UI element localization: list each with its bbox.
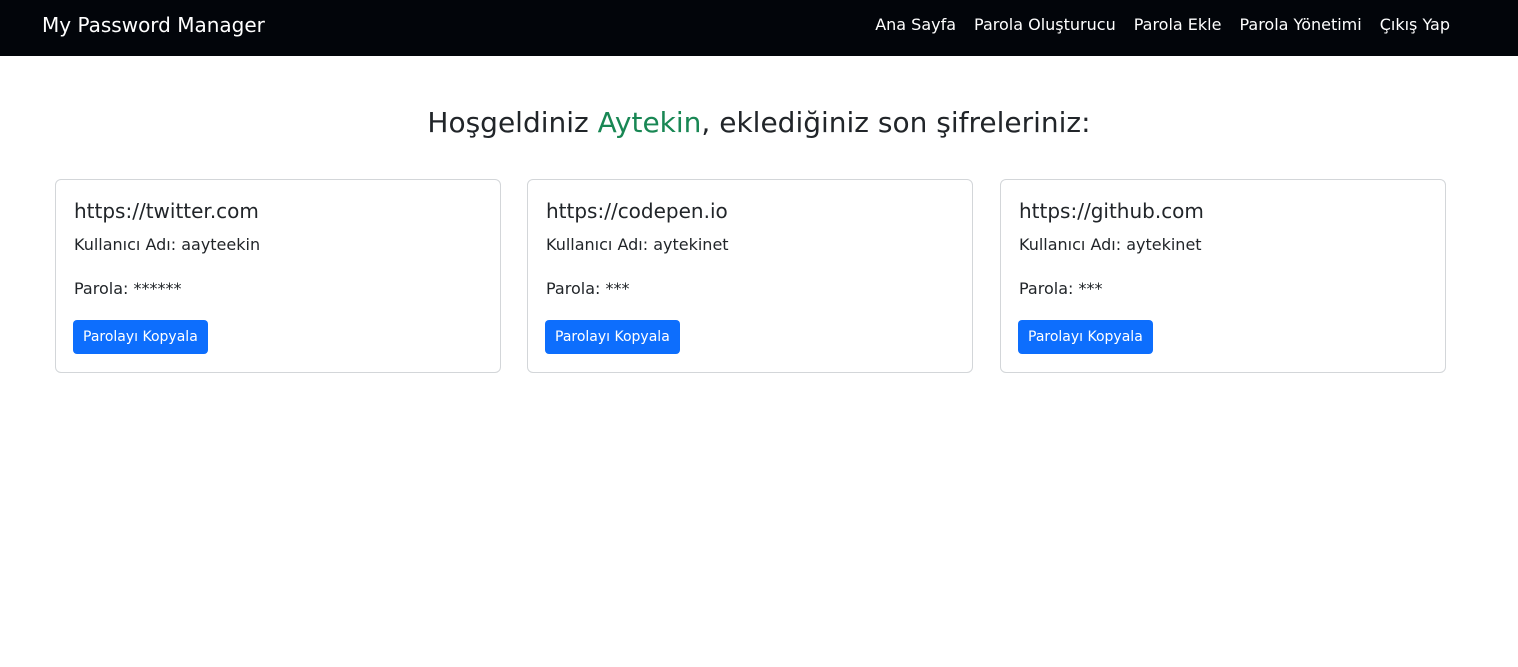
brand-link[interactable]: My Password Manager <box>42 12 265 38</box>
nav-link-cikis-yap[interactable]: Çıkış Yap <box>1380 15 1450 35</box>
card-username-label: Kullanıcı Adı: <box>74 235 177 254</box>
card-username-value: aytekinet <box>653 235 729 254</box>
card-username-label: Kullanıcı Adı: <box>1019 235 1122 254</box>
card-password-value: *** <box>1078 279 1103 298</box>
copy-password-button[interactable]: Parolayı Kopyala <box>545 320 680 354</box>
card-password-line: Parola: *** <box>1019 279 1102 299</box>
nav-link-parola-ekle[interactable]: Parola Ekle <box>1134 15 1222 35</box>
copy-password-button[interactable]: Parolayı Kopyala <box>1018 320 1153 354</box>
welcome-username: Aytekin <box>597 106 702 139</box>
top-navbar: My Password Manager Ana Sayfa Parola Olu… <box>0 0 1518 56</box>
card-username-line: Kullanıcı Adı: aayteekin <box>74 235 260 255</box>
card-username-value: aytekinet <box>1126 235 1202 254</box>
card-username-value: aayteekin <box>181 235 261 254</box>
nav-link-parola-olusturucu[interactable]: Parola Oluşturucu <box>974 15 1116 35</box>
card-password-label: Parola: <box>546 279 601 298</box>
card-password-line: Parola: ****** <box>74 279 181 299</box>
card-password-line: Parola: *** <box>546 279 629 299</box>
password-card-twitter: https://twitter.com Kullanıcı Adı: aayte… <box>55 179 501 373</box>
password-card-codepen: https://codepen.io Kullanıcı Adı: ayteki… <box>527 179 973 373</box>
card-password-value: *** <box>605 279 630 298</box>
page-title: Hoşgeldiniz Aytekin, eklediğiniz son şif… <box>0 104 1518 142</box>
password-card-github: https://github.com Kullanıcı Adı: ayteki… <box>1000 179 1446 373</box>
nav-link-parola-yonetimi[interactable]: Parola Yönetimi <box>1239 15 1361 35</box>
welcome-text: Hoşgeldiniz <box>427 106 589 139</box>
card-username-line: Kullanıcı Adı: aytekinet <box>1019 235 1202 255</box>
nav-links: Ana Sayfa Parola Oluşturucu Parola Ekle … <box>875 15 1450 35</box>
card-password-label: Parola: <box>74 279 129 298</box>
card-site-url: https://twitter.com <box>74 199 259 223</box>
welcome-suffix: , eklediğiniz son şifreleriniz: <box>701 106 1091 139</box>
card-site-url: https://codepen.io <box>546 199 728 223</box>
card-password-label: Parola: <box>1019 279 1074 298</box>
card-site-url: https://github.com <box>1019 199 1204 223</box>
copy-password-button[interactable]: Parolayı Kopyala <box>73 320 208 354</box>
card-username-line: Kullanıcı Adı: aytekinet <box>546 235 729 255</box>
card-password-value: ****** <box>133 279 182 298</box>
nav-link-ana-sayfa[interactable]: Ana Sayfa <box>875 15 956 35</box>
card-username-label: Kullanıcı Adı: <box>546 235 649 254</box>
